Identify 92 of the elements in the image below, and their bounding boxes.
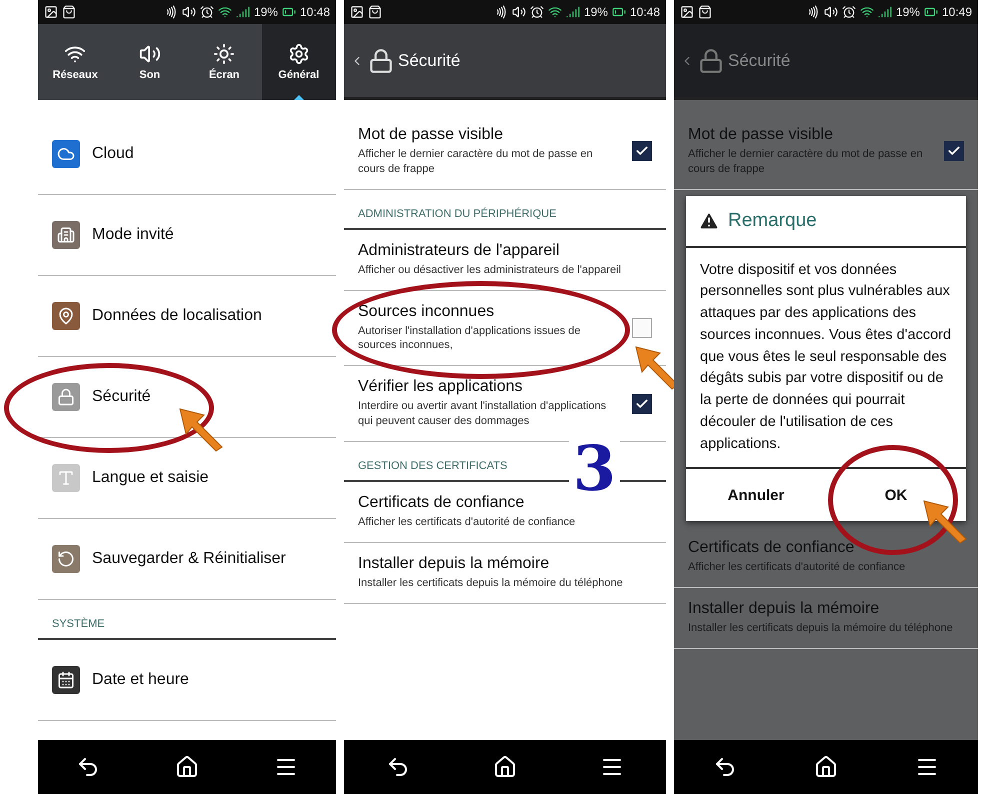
lock-icon [368, 48, 394, 74]
battery-icon [282, 5, 296, 19]
battery-icon [924, 5, 938, 19]
volume-icon [182, 5, 196, 19]
signal-icon [878, 5, 892, 19]
setting-title: Vérifier les applications [358, 378, 524, 396]
settings-entry[interactable]: Données de localisation [38, 276, 336, 357]
volume-icon [138, 43, 161, 65]
home-icon[interactable] [814, 755, 838, 779]
volume-icon [824, 5, 838, 19]
cloud-icon [52, 140, 80, 168]
pointer-arrow-icon [178, 407, 224, 453]
quick-settings-tab[interactable]: Général [262, 24, 336, 100]
checkbox[interactable] [632, 394, 652, 414]
settings-row[interactable]: Mot de passe visible Afficher le dernier caractère du mot de passe en cours de frappe [344, 114, 666, 190]
wifi-icon [548, 5, 562, 19]
setting-description: Installer les certificats depuis la mémoire du téléphone [688, 621, 954, 636]
setting-description: Installer les certificats depuis la mémoire du téléphone [358, 576, 624, 591]
lock-icon [698, 48, 724, 74]
clock-time: 10:49 [942, 5, 972, 19]
setting-description: Interdire ou avertir avant l'installation d'applications qui peuvent causer des dommages [358, 399, 608, 429]
section-title: SYSTÈME [52, 618, 105, 630]
pointer-arrow-icon [922, 499, 968, 546]
gallery-icon [350, 5, 364, 19]
clock-time: 10:48 [300, 5, 330, 19]
settings-entry[interactable]: Cloud [38, 114, 336, 195]
signal-icon [236, 5, 250, 19]
setting-title: Mot de passe visible [688, 126, 834, 144]
gallery-icon [680, 5, 694, 19]
settings-row[interactable]: Administrateurs de l'appareil Afficher ou désactiver les administrateurs de l'appareil [344, 230, 666, 291]
dialog-button[interactable]: Annuler [686, 469, 826, 522]
home-icon[interactable] [174, 755, 199, 779]
entry-label: Sauvegarder & Réinitialiser [92, 550, 286, 568]
battery-percent: 19% [584, 5, 608, 19]
header-title: Sécurité [398, 50, 460, 70]
setting-description: Afficher le dernier caractère du mot de passe en cours de frappe [358, 147, 594, 177]
setting-description: Afficher ou désactiver les administrateurs de l'appareil [358, 262, 622, 278]
battery-percent: 19% [896, 5, 920, 19]
checkbox[interactable] [632, 141, 652, 162]
alarm-icon [200, 5, 214, 19]
lock-icon [52, 383, 80, 411]
entry-label: Sécurité [92, 388, 151, 406]
header-title: Sécurité [728, 50, 790, 70]
calendar-icon [52, 666, 80, 694]
shopping-bag-icon [698, 5, 712, 19]
battery-percent: 19% [254, 5, 278, 19]
settings-entry[interactable]: Langue et saisie [38, 438, 336, 519]
settings-icon [288, 43, 310, 65]
setting-description: Autoriser l'installation d'applications issues de sources inconnues, [358, 324, 582, 354]
wifi-icon [860, 5, 874, 19]
wifi-icon [218, 5, 232, 19]
map-pin-icon [52, 302, 80, 330]
battery-icon [612, 5, 626, 19]
setting-title: Certificats de confiance [358, 494, 526, 512]
alarm-icon [842, 5, 856, 19]
check-icon [635, 396, 649, 411]
settings-entry[interactable]: Mode invité [38, 195, 336, 276]
section-title: GESTION DES CERTIFICATS [358, 460, 508, 472]
gallery-icon [44, 5, 58, 19]
entry-label: Cloud [92, 145, 134, 163]
home-icon[interactable] [492, 755, 517, 779]
setting-description: Afficher le dernier caractère du mot de passe en cours de frappe [688, 147, 924, 177]
setting-title: Installer depuis la mémoire [688, 600, 880, 618]
settings-entry[interactable]: Date et heure [38, 640, 336, 721]
checkbox[interactable] [632, 318, 652, 338]
dialog-title: Remarque [728, 210, 817, 232]
entry-label: Mode invité [92, 226, 174, 244]
volume-icon [512, 5, 526, 19]
building-icon [52, 221, 80, 249]
dialog-message: Votre dispositif et vos données personnelles sont plus vulnérables aux attaques par des applications des sources inconnues. Vous êtes d'accord que vous êtes le seul responsable des dégâts subis par votre dispositif ou de la perte de données qui pourrait découler de l'utilisation de ces applications. [699, 260, 952, 454]
section-title: ADMINISTRATION DU PÉRIPHÉRIQUE [358, 208, 556, 220]
settings-entry[interactable]: Sauvegarder & Réinitialiser [38, 519, 336, 600]
setting-description: Afficher les certificats d'autorité de confiance [358, 514, 576, 530]
setting-title: Administrateurs de l'appareil [358, 242, 560, 260]
checkbox[interactable] [944, 141, 964, 162]
setting-title: Certificats de confiance [688, 539, 856, 558]
setting-description: Afficher les certificats d'autorité de confiance [688, 560, 906, 576]
entry-label: Langue et saisie [92, 469, 209, 487]
signal-icon [566, 5, 580, 19]
letter-icon [52, 464, 80, 492]
restore-icon [52, 545, 80, 573]
shopping-bag-icon [62, 5, 76, 19]
setting-title: Sources inconnues [358, 302, 496, 321]
setting-title: Installer depuis la mémoire [358, 554, 550, 573]
brightness-icon [213, 43, 236, 65]
clock-time: 10:48 [630, 5, 660, 19]
alarm-icon [530, 5, 544, 19]
shopping-bag-icon [368, 5, 382, 19]
entry-label: Date et heure [92, 671, 189, 689]
setting-title: Mot de passe visible [358, 126, 504, 144]
entry-label: Données de localisation [92, 307, 262, 325]
settings-row[interactable]: Installer depuis la mémoire Installer les certificats depuis la mémoire du téléphone [344, 542, 666, 604]
